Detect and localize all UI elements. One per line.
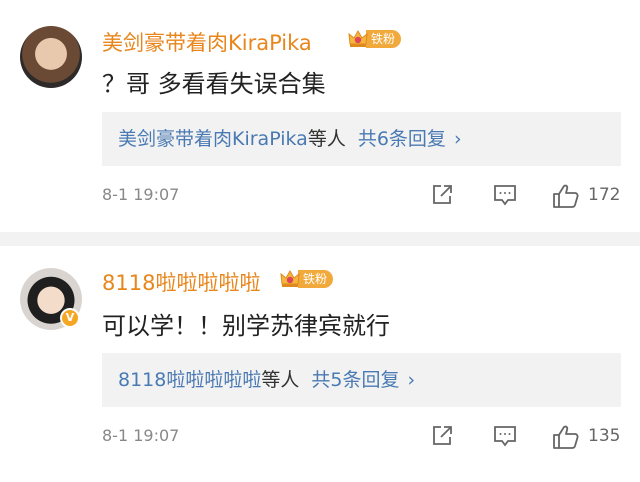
timestamp: 8-1 19:07 [102, 426, 180, 445]
fan-badge-label: 铁粉 [298, 270, 334, 288]
username[interactable]: 8118啦啦啦啦啦 [102, 267, 260, 297]
divider [0, 232, 640, 246]
reply-username[interactable]: 8118啦啦啦啦啦 [118, 369, 261, 391]
chevron-right-icon: › [453, 128, 462, 150]
comment-item: V 8118啦啦啦啦啦 铁粉 可以学！！别学苏律宾就行 8118啦啦啦啦啦等人共… [0, 246, 640, 482]
fan-badge-label: 铁粉 [366, 30, 402, 48]
comment-actions: 8-1 19:07 135 [0, 422, 640, 452]
timestamp: 8-1 19:07 [102, 185, 180, 204]
crown-icon [279, 268, 301, 290]
reply-username[interactable]: 美剑豪带着肉KiraPika [118, 128, 308, 150]
reply-etc: 等人 [261, 369, 300, 391]
comment-text: 可以学！！别学苏律宾就行 [102, 312, 390, 340]
comment-icon[interactable] [492, 183, 518, 211]
reply-count[interactable]: 共6条回复 [358, 128, 446, 150]
chevron-right-icon: › [407, 369, 416, 391]
like-icon[interactable] [552, 183, 580, 213]
comment-actions: 8-1 19:07 172 [0, 181, 640, 211]
like-count: 135 [588, 426, 621, 446]
fan-badge[interactable]: 铁粉 [347, 28, 402, 50]
comment-icon[interactable] [492, 424, 518, 452]
avatar[interactable] [20, 26, 82, 88]
fan-badge[interactable]: 铁粉 [279, 268, 334, 290]
verified-badge-icon: V [60, 308, 80, 328]
share-icon[interactable] [430, 424, 454, 452]
like-count: 172 [588, 185, 621, 205]
comment-item: 美剑豪带着肉KiraPika 铁粉 ？哥 多看看失误合集 美剑豪带着肉KiraP… [0, 0, 640, 232]
crown-icon [347, 28, 369, 50]
share-icon[interactable] [430, 183, 454, 211]
username[interactable]: 美剑豪带着肉KiraPika [102, 27, 312, 57]
replies-preview[interactable]: 8118啦啦啦啦啦等人 共5条回复 › [102, 353, 621, 407]
reply-etc: 等人 [307, 128, 346, 150]
replies-preview[interactable]: 美剑豪带着肉KiraPika等人 共6条回复 › [102, 112, 621, 166]
comment-text: ？哥 多看看失误合集 [102, 70, 326, 98]
reply-count[interactable]: 共5条回复 [311, 369, 399, 391]
like-icon[interactable] [552, 424, 580, 454]
